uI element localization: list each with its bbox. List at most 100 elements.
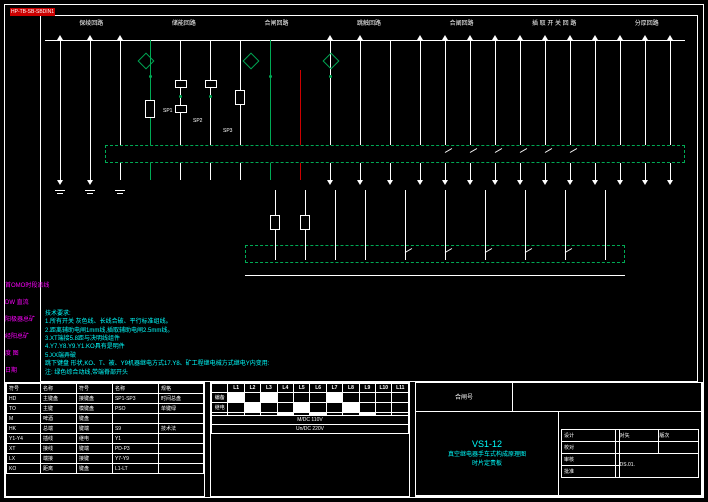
coil-icon bbox=[270, 215, 280, 230]
cell: 啤酒 bbox=[41, 414, 77, 424]
th: 符号 bbox=[76, 384, 112, 394]
rectifier-icon bbox=[243, 53, 260, 70]
cell: 接键盘 bbox=[76, 394, 112, 404]
label: SP2 bbox=[193, 118, 202, 124]
top-bus bbox=[45, 40, 685, 41]
cell: 模键盘 bbox=[76, 404, 112, 414]
note-3: 3.XT端接5.8距与决明线组件 bbox=[45, 335, 269, 343]
mcell bbox=[261, 403, 277, 413]
cell: M bbox=[7, 414, 41, 424]
rectifier-icon bbox=[138, 53, 155, 70]
arrow-icon bbox=[542, 35, 548, 40]
cell: HK bbox=[7, 424, 41, 434]
title-main: VS1-12 真空继电器手车式构成原理图 时片定责板 bbox=[416, 412, 559, 495]
relay-icon bbox=[175, 80, 187, 88]
mth bbox=[212, 384, 228, 393]
bottom-bus bbox=[245, 275, 625, 276]
mth: L11 bbox=[392, 384, 409, 393]
cell: 端接 bbox=[41, 454, 77, 464]
cell bbox=[158, 464, 203, 474]
hdr-6: 分厚回路 bbox=[600, 18, 693, 27]
wire bbox=[405, 190, 406, 260]
side-label: 首OMO时段派线 bbox=[5, 280, 49, 289]
hdr-3: 跳触回路 bbox=[323, 18, 416, 27]
arrow-icon bbox=[57, 35, 63, 40]
cell: 单键绿 bbox=[158, 404, 203, 414]
relay-icon bbox=[175, 105, 187, 113]
cell: TO bbox=[7, 404, 41, 414]
coil-icon bbox=[235, 90, 245, 105]
bottom-tables: 符号名称符号名称规格 HD主键盘接键盘SP1-SP3时间总盘 TO主键模键盘PS… bbox=[5, 382, 703, 497]
th: 符号 bbox=[7, 384, 41, 394]
fld bbox=[659, 441, 699, 453]
notes-title: 技术要求: bbox=[45, 310, 269, 318]
cell: 主键 bbox=[41, 404, 77, 414]
coil-icon bbox=[300, 215, 310, 230]
mcell bbox=[326, 403, 342, 413]
fld bbox=[619, 441, 659, 453]
cell bbox=[158, 454, 203, 464]
arrow-icon bbox=[57, 180, 63, 185]
cell: 继电 bbox=[76, 434, 112, 444]
arrow-icon bbox=[442, 35, 448, 40]
coil-icon bbox=[145, 100, 155, 118]
arrow-icon bbox=[357, 35, 363, 40]
note-5: 5.XX端弄破 bbox=[45, 352, 269, 360]
cell: 键盘 bbox=[76, 414, 112, 424]
cell bbox=[158, 414, 203, 424]
arrow-icon bbox=[327, 180, 333, 185]
wire bbox=[300, 70, 301, 180]
junction-icon bbox=[179, 95, 182, 98]
wire bbox=[485, 190, 486, 260]
side-label: 日期 bbox=[5, 365, 49, 374]
mcell bbox=[359, 393, 375, 403]
cell: 接键 bbox=[76, 454, 112, 464]
arrow-icon bbox=[87, 180, 93, 185]
label: SP3 bbox=[223, 128, 232, 134]
fld: 校对 bbox=[562, 441, 616, 453]
arrow-icon bbox=[417, 180, 423, 185]
th: 规格 bbox=[158, 384, 203, 394]
fld: 批准 bbox=[562, 465, 616, 477]
hdr-5: 插 取 开 关 回 路 bbox=[508, 18, 601, 27]
wire bbox=[565, 190, 566, 260]
arrow-icon bbox=[87, 35, 93, 40]
hdr-2: 合闸回路 bbox=[230, 18, 323, 27]
fld: 对矢 bbox=[619, 429, 659, 441]
note-2: 2.距离辅助电闸1mm线,插取辅助电闸2.5mm线。 bbox=[45, 327, 269, 335]
arrow-icon bbox=[492, 180, 498, 185]
arrow-icon bbox=[492, 35, 498, 40]
th: 名称 bbox=[112, 384, 158, 394]
arrow-icon bbox=[567, 180, 573, 185]
arrow-icon bbox=[117, 35, 123, 40]
section-headers: 保绫回路 储能回路 合闸回路 跳触回路 合阐回路 插 取 开 关 回 路 分厚回… bbox=[45, 18, 693, 27]
cell: LX bbox=[7, 454, 41, 464]
cell: S9 bbox=[112, 424, 158, 434]
drawing-number: DS.01. bbox=[619, 453, 698, 477]
arrow-icon bbox=[592, 180, 598, 185]
side-label: DW 直流 bbox=[5, 297, 49, 306]
hdr-4: 合阐回路 bbox=[415, 18, 508, 27]
note-4: 4.Y7.Y8.Y9.Y1.KO具有是明件 bbox=[45, 343, 269, 351]
terminal-strip-2 bbox=[245, 245, 625, 263]
junction-icon bbox=[209, 95, 212, 98]
arrow-icon bbox=[442, 180, 448, 185]
cell bbox=[112, 414, 158, 424]
arrow-icon bbox=[417, 35, 423, 40]
junction-icon bbox=[149, 75, 152, 78]
arrow-icon bbox=[387, 180, 393, 185]
title-block: 合闸号 VS1-12 真空继电器手车式构成原理图 时片定责板 设计对矢版次 校对… bbox=[415, 382, 703, 497]
mth: L4 bbox=[277, 384, 293, 393]
drawing-subtitle: 真空继电器手车式构成原理图 bbox=[448, 449, 526, 458]
wire bbox=[60, 40, 61, 180]
fld: 审核 bbox=[562, 453, 616, 465]
mth: L2 bbox=[244, 384, 260, 393]
cell: 插线 bbox=[41, 434, 77, 444]
wire bbox=[90, 40, 91, 180]
mcell bbox=[294, 403, 310, 413]
technical-notes: 技术要求: 1.所有开关 灰色线、长线合破、平行标准组线。 2.距离辅助电闸1m… bbox=[45, 310, 269, 377]
terminal-strip-1 bbox=[105, 145, 685, 163]
fld: 版次 bbox=[659, 429, 699, 441]
junction-icon bbox=[329, 75, 332, 78]
mcell bbox=[310, 403, 326, 413]
